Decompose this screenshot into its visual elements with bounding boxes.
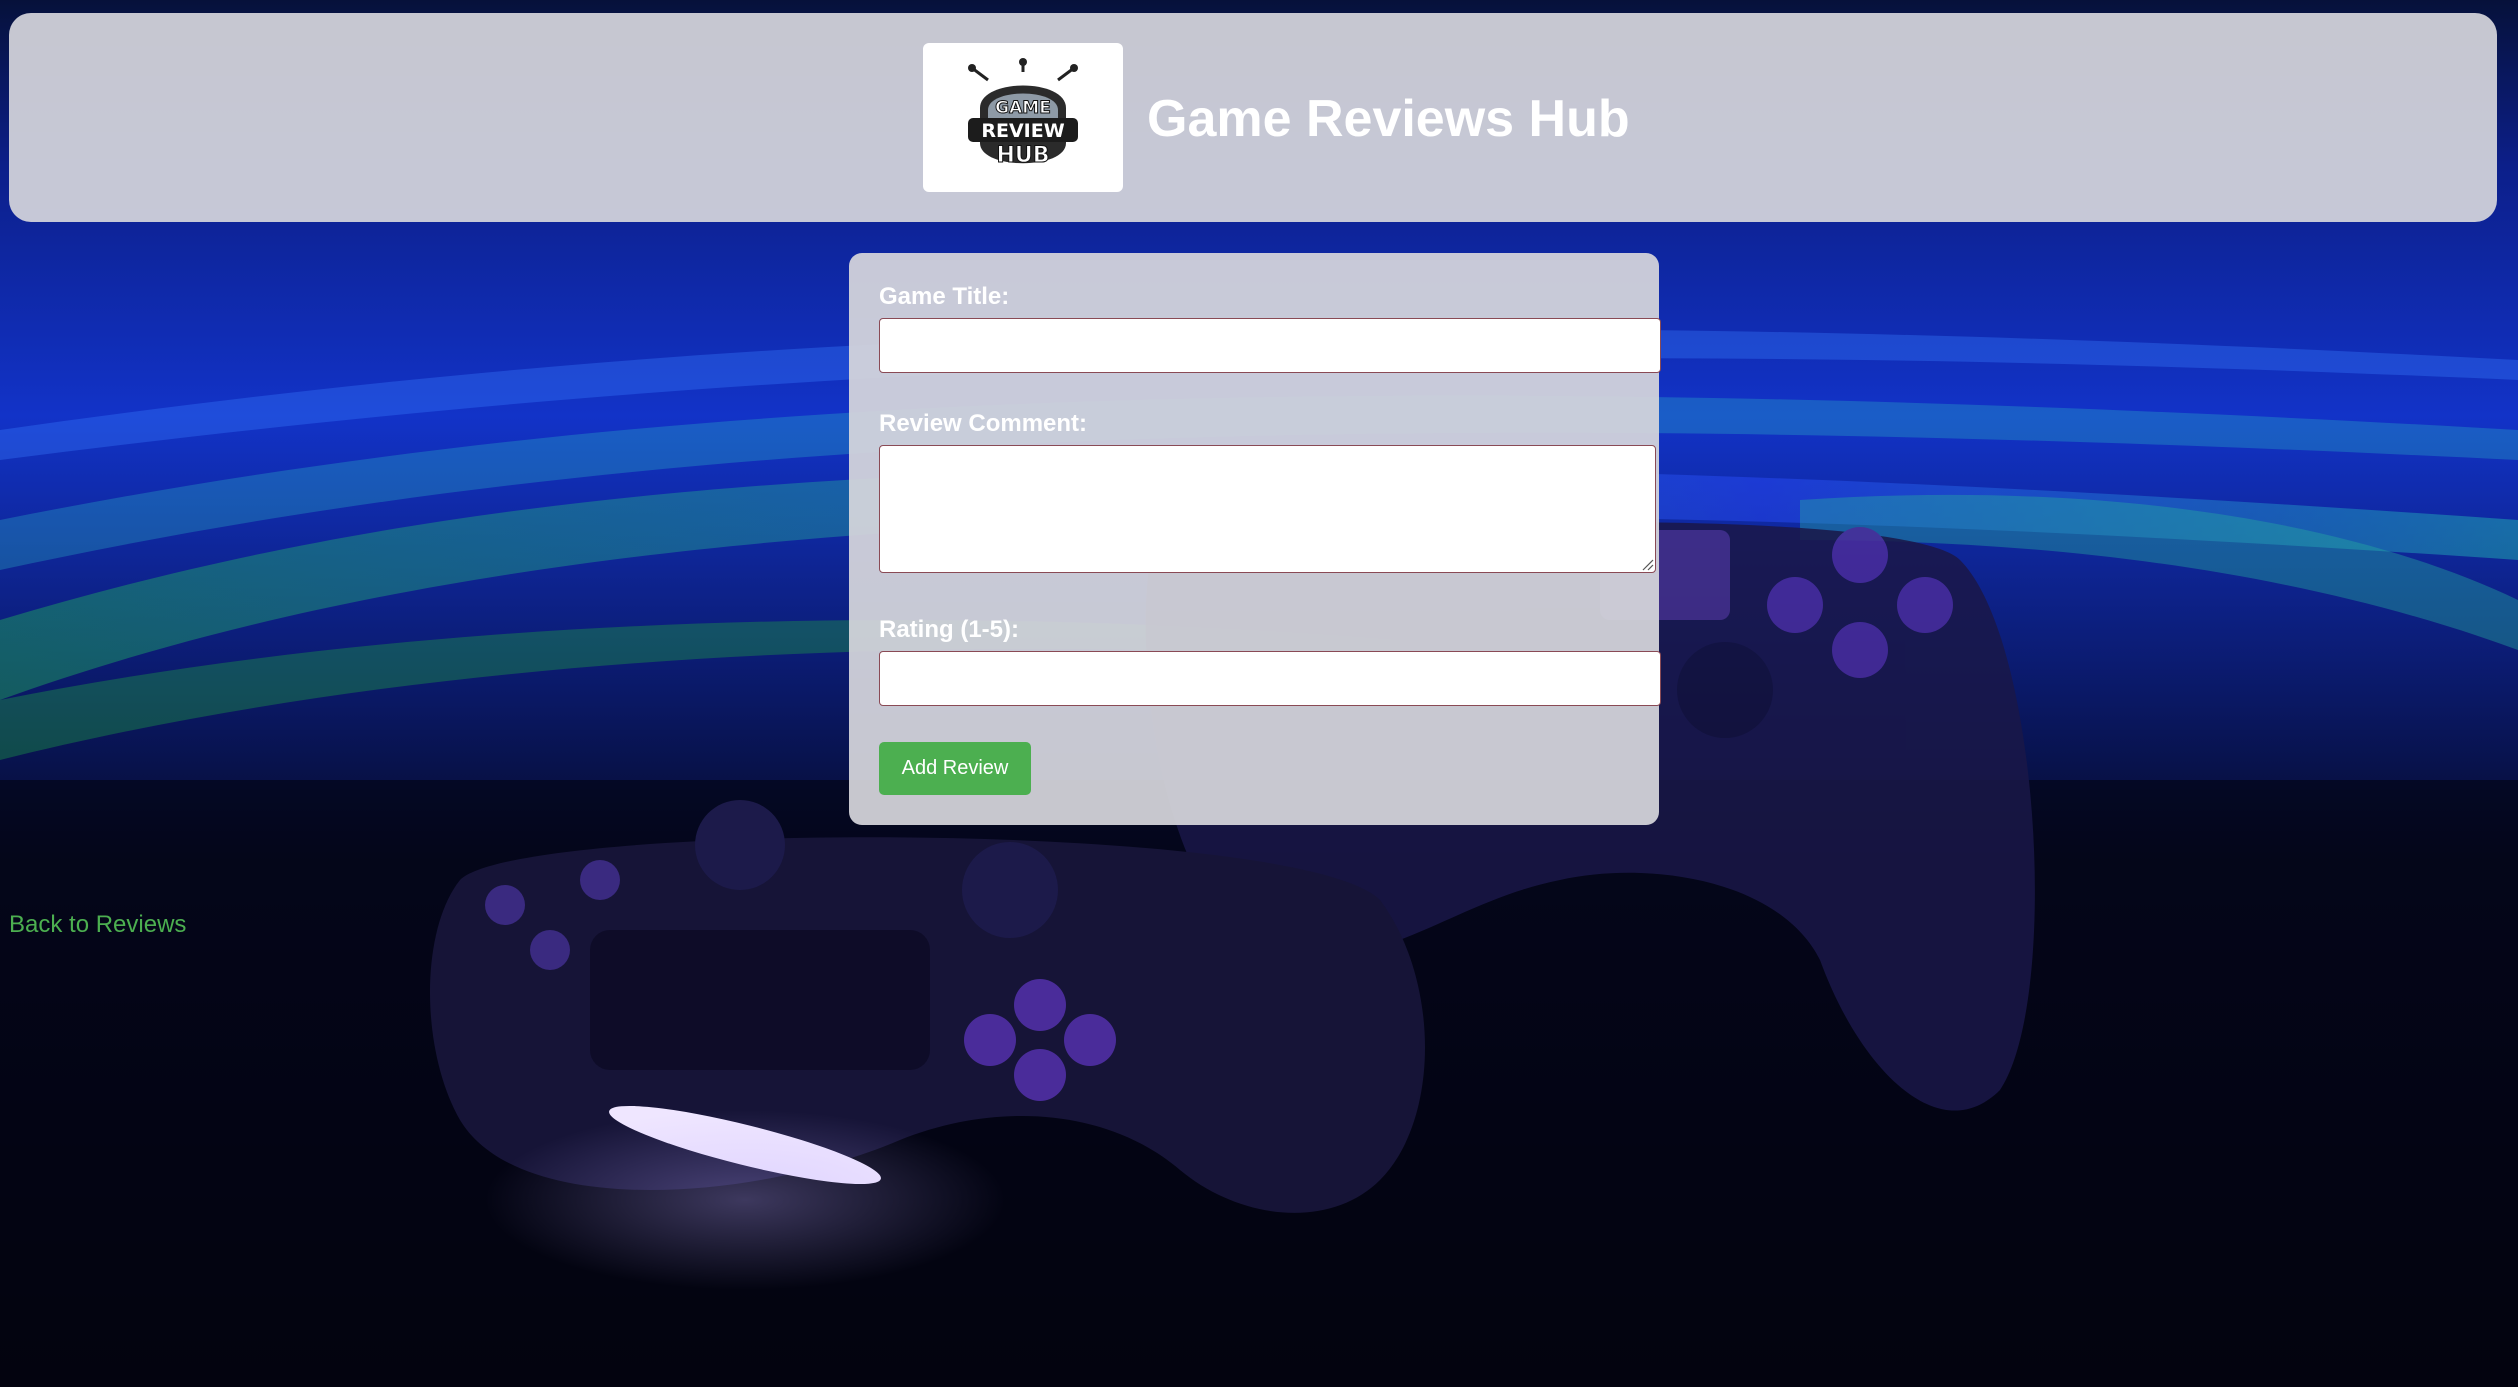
game-title-label: Game Title: bbox=[879, 283, 1010, 310]
svg-text:GAME: GAME bbox=[995, 98, 1051, 118]
review-comment-textarea[interactable] bbox=[879, 445, 1656, 573]
page-title: Game Reviews Hub bbox=[1147, 90, 1630, 148]
svg-text:HUB: HUB bbox=[996, 143, 1049, 168]
back-to-reviews-link[interactable]: Back to Reviews bbox=[9, 911, 186, 939]
add-review-button[interactable]: Add Review bbox=[879, 742, 1031, 795]
rating-input[interactable] bbox=[879, 651, 1661, 706]
rating-label: Rating (1-5): bbox=[879, 616, 1019, 643]
game-title-input[interactable] bbox=[879, 318, 1661, 373]
review-comment-label: Review Comment: bbox=[879, 410, 1088, 437]
game-review-hub-logo-icon: GAME REVIEW HUB bbox=[968, 57, 1078, 168]
site-logo[interactable]: GAME REVIEW HUB bbox=[923, 43, 1123, 192]
svg-text:REVIEW: REVIEW bbox=[981, 120, 1064, 142]
site-header: GAME REVIEW HUB Game Reviews Hub bbox=[9, 13, 2497, 222]
add-review-form: Game Title: Review Comment: Rating (1-5)… bbox=[849, 253, 1661, 825]
resize-grip-icon[interactable] bbox=[1642, 559, 1654, 571]
